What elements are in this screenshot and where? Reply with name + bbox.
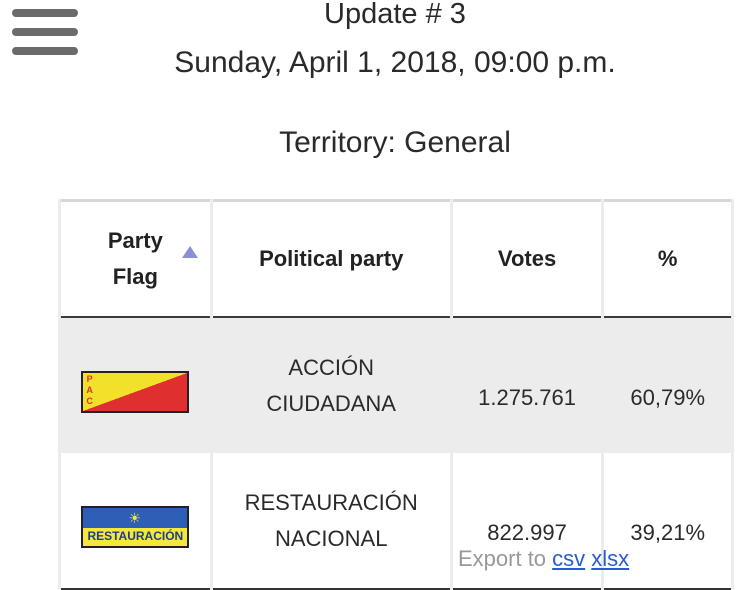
sort-ascending-icon[interactable]	[181, 246, 198, 258]
column-header-political-party[interactable]: Political party	[209, 200, 453, 318]
party-name-line1: RESTAURACIÓN	[244, 489, 418, 515]
votes-cell: 1.275.761	[449, 317, 605, 453]
column-header-party-flag[interactable]: Party Flag	[58, 200, 213, 318]
update-number: Update # 3	[324, 0, 466, 30]
pac-flag-icon: PAC	[81, 371, 190, 413]
results-table: Party Flag Political party Votes % PAC A…	[58, 199, 734, 590]
table-row: PAC ACCIÓN CIUDADANA 1.275.761 60,79%	[58, 317, 734, 453]
column-header-votes[interactable]: Votes	[449, 200, 605, 318]
table-header-row: Party Flag Political party Votes %	[58, 200, 734, 318]
export-links: Export to csv xlsx	[458, 546, 629, 572]
party-flag-cell: ☀ RESTAURACIÓN	[58, 453, 213, 590]
party-flag-cell: PAC	[58, 317, 213, 453]
party-name-line1: ACCIÓN	[288, 354, 374, 380]
percent-cell: 60,79%	[601, 317, 734, 453]
party-name-cell: ACCIÓN CIUDADANA	[209, 317, 453, 453]
party-name-line2: CIUDADANA	[266, 390, 396, 416]
territory-label: Territory: General	[279, 126, 511, 159]
update-datetime: Sunday, April 1, 2018, 09:00 p.m.	[174, 46, 616, 79]
table-row: ☀ RESTAURACIÓN RESTAURACIÓN NACIONAL 822…	[58, 453, 734, 590]
column-header-percent[interactable]: %	[601, 200, 734, 318]
header-party-flag-line1: Party	[107, 228, 163, 253]
party-name-cell: RESTAURACIÓN NACIONAL	[209, 453, 453, 590]
flag-text: RESTAURACIÓN	[87, 529, 184, 543]
header-party-flag-line2: Flag	[112, 264, 158, 289]
restauracion-flag-icon: ☀ RESTAURACIÓN	[81, 506, 190, 548]
party-name-line2: NACIONAL	[274, 525, 388, 551]
